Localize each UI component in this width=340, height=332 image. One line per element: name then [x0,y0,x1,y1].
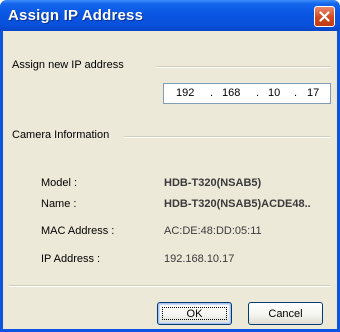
assign-group-label: Assign new IP address [12,59,124,71]
model-label: Model : [41,177,78,189]
ip-address-input[interactable]: 192 . 168 . 10 . 17 [163,83,331,104]
cancel-button[interactable]: Cancel [248,302,323,325]
ip-octet-3[interactable]: 10 [268,87,280,99]
dialog-title: Assign IP Address [8,7,144,24]
mac-address-value: AC:DE:48:DD:05:11 [164,225,262,237]
focus-rect [162,307,227,320]
ip-octet-4[interactable]: 17 [307,87,319,99]
ip-address-value: 192.168.10.17 [164,253,235,265]
ok-button[interactable]: OK [157,302,232,325]
assign-group-divider [156,66,331,68]
ip-octet-2[interactable]: 168 [222,87,240,99]
cancel-button-label: Cancel [268,307,303,320]
ip-dot: . [294,87,298,99]
model-value: HDB-T320(NSAB5) [164,177,262,189]
mac-address-label: MAC Address : [41,225,115,237]
ip-address-label: IP Address : [41,253,101,265]
camera-info-group-label: Camera Information [12,129,110,141]
footer-divider [9,285,331,287]
assign-ip-dialog: Assign IP Address Assign new IP address … [0,0,340,332]
ip-dot: . [256,87,260,99]
ip-octet-1[interactable]: 192 [176,87,194,99]
close-button[interactable] [314,6,335,27]
camera-info-divider [124,136,331,138]
close-icon [319,11,330,22]
title-bar[interactable]: Assign IP Address [0,0,340,31]
name-value: HDB-T320(NSAB5)ACDE48.. [164,198,311,210]
name-label: Name : [41,198,77,210]
dialog-body: Assign new IP address 192 . 168 . 10 . 1… [3,31,337,329]
ip-dot: . [210,87,214,99]
